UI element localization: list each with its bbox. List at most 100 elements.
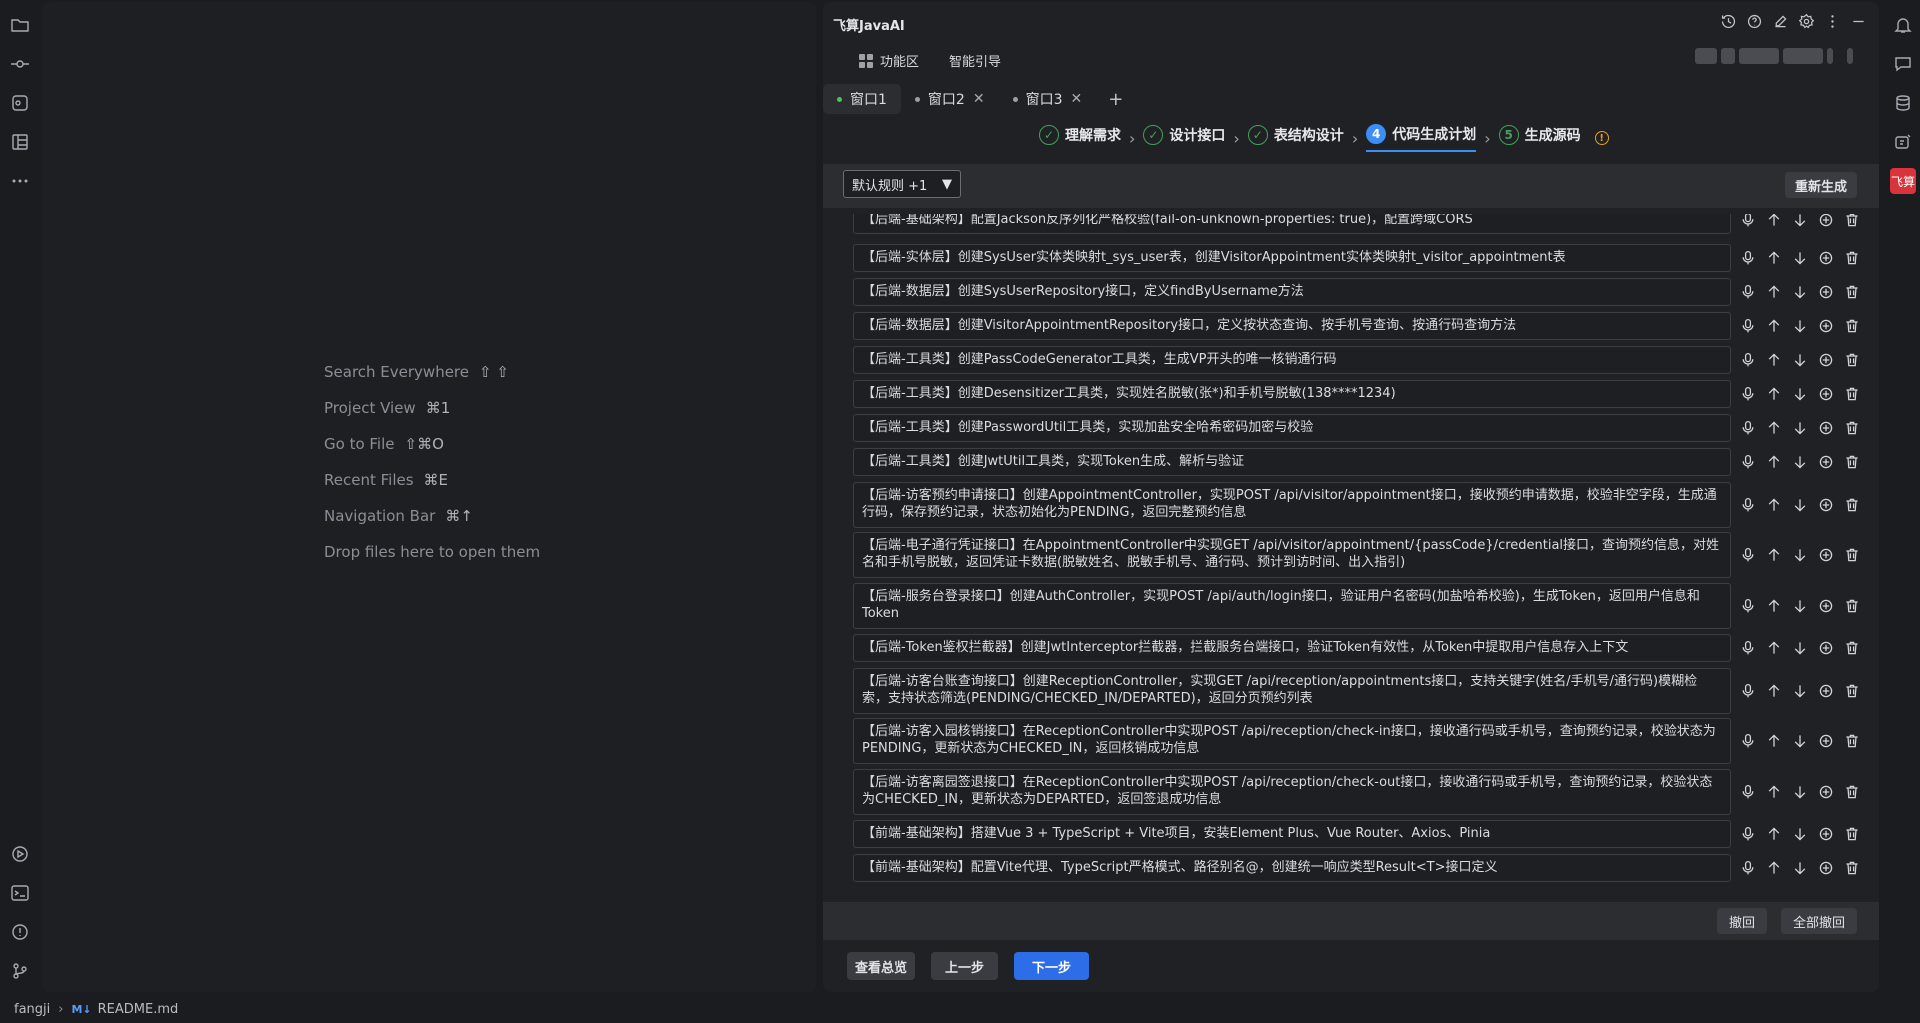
add-task-icon[interactable] (1815, 281, 1837, 303)
add-task-icon[interactable] (1815, 544, 1837, 566)
prev-step-button[interactable]: 上一步 (931, 952, 999, 980)
next-step-button[interactable]: 下一步 (1014, 952, 1090, 980)
voice-input-icon[interactable] (1737, 451, 1759, 473)
delete-icon[interactable] (1841, 214, 1863, 231)
add-task-icon[interactable] (1815, 417, 1837, 439)
problems-icon[interactable] (6, 918, 34, 946)
move-down-icon[interactable] (1789, 315, 1811, 337)
task-text-field[interactable]: 【后端-访客预约申请接口】创建AppointmentController，实现P… (853, 482, 1731, 528)
move-down-icon[interactable] (1789, 823, 1811, 845)
overview-button[interactable]: 查看总览 (847, 952, 916, 980)
task-text-field[interactable]: 【前端-基础架构】配置Vite代理、TypeScript严格模式、路径别名@，创… (853, 854, 1731, 882)
regenerate-button[interactable]: 重新生成 (1784, 172, 1857, 198)
move-up-icon[interactable] (1763, 247, 1785, 269)
ai-assistant-icon[interactable] (1889, 128, 1917, 156)
move-down-icon[interactable] (1789, 214, 1811, 231)
task-text-field[interactable]: 【后端-基础架构】配置Jackson反序列化严格校验(fail-on-unkno… (853, 214, 1731, 234)
delete-icon[interactable] (1841, 383, 1863, 405)
notifications-icon[interactable] (1889, 11, 1917, 39)
task-text-field[interactable]: 【后端-访客离园签退接口】在ReceptionController中实现POST… (853, 769, 1731, 815)
move-up-icon[interactable] (1763, 823, 1785, 845)
add-task-icon[interactable] (1815, 451, 1837, 473)
move-up-icon[interactable] (1763, 494, 1785, 516)
add-task-icon[interactable] (1815, 247, 1837, 269)
add-tab-icon[interactable]: + (1108, 89, 1123, 110)
rule-select[interactable]: 默认规则 +1 ▼ (843, 170, 961, 198)
breadcrumb-file[interactable]: README.md (98, 1002, 179, 1017)
move-up-icon[interactable] (1763, 680, 1785, 702)
voice-input-icon[interactable] (1737, 281, 1759, 303)
voice-input-icon[interactable] (1737, 214, 1759, 231)
project-folder-icon[interactable] (6, 11, 34, 39)
voice-input-icon[interactable] (1737, 637, 1759, 659)
delete-icon[interactable] (1841, 349, 1863, 371)
warning-icon[interactable]: ! (1594, 131, 1609, 145)
voice-input-icon[interactable] (1737, 315, 1759, 337)
add-task-icon[interactable] (1815, 383, 1837, 405)
add-task-icon[interactable] (1815, 680, 1837, 702)
task-text-field[interactable]: 【后端-数据层】创建SysUserRepository接口，定义findByUs… (853, 278, 1731, 306)
subnav-features[interactable]: 功能区 (859, 51, 919, 70)
delete-icon[interactable] (1841, 595, 1863, 617)
move-up-icon[interactable] (1763, 349, 1785, 371)
move-up-icon[interactable] (1763, 857, 1785, 879)
move-down-icon[interactable] (1789, 494, 1811, 516)
voice-input-icon[interactable] (1737, 823, 1759, 845)
add-task-icon[interactable] (1815, 494, 1837, 516)
move-up-icon[interactable] (1763, 281, 1785, 303)
move-down-icon[interactable] (1789, 595, 1811, 617)
undo-button[interactable]: 撤回 (1716, 908, 1767, 934)
pull-requests-icon[interactable] (6, 89, 34, 117)
voice-input-icon[interactable] (1737, 680, 1759, 702)
task-text-field[interactable]: 【前端-基础架构】搭建Vue 3 + TypeScript + Vite项目，安… (853, 820, 1731, 848)
delete-icon[interactable] (1841, 857, 1863, 879)
delete-icon[interactable] (1841, 544, 1863, 566)
voice-input-icon[interactable] (1737, 383, 1759, 405)
move-up-icon[interactable] (1763, 544, 1785, 566)
breadcrumb-project[interactable]: fangji (14, 1002, 50, 1017)
feisuan-logo-icon[interactable]: 飞算 (1889, 167, 1917, 195)
voice-input-icon[interactable] (1737, 417, 1759, 439)
tab-window-1[interactable]: 窗口1 (823, 84, 901, 114)
add-task-icon[interactable] (1815, 595, 1837, 617)
add-task-icon[interactable] (1815, 730, 1837, 752)
task-text-field[interactable]: 【后端-工具类】创建Desensitizer工具类，实现姓名脱敏(张*)和手机号… (853, 380, 1731, 408)
add-task-icon[interactable] (1815, 315, 1837, 337)
voice-input-icon[interactable] (1737, 781, 1759, 803)
voice-input-icon[interactable] (1737, 857, 1759, 879)
step-understand[interactable]: ✓ 理解需求 (1039, 125, 1121, 151)
move-up-icon[interactable] (1763, 417, 1785, 439)
run-icon[interactable] (6, 840, 34, 868)
task-text-field[interactable]: 【后端-数据层】创建VisitorAppointmentRepository接口… (853, 312, 1731, 340)
voice-input-icon[interactable] (1737, 730, 1759, 752)
move-down-icon[interactable] (1789, 417, 1811, 439)
minimize-icon[interactable] (1849, 12, 1867, 30)
add-task-icon[interactable] (1815, 214, 1837, 231)
task-text-field[interactable]: 【后端-工具类】创建JwtUtil工具类，实现Token生成、解析与验证 (853, 448, 1731, 476)
help-icon[interactable] (1745, 12, 1763, 30)
delete-icon[interactable] (1841, 730, 1863, 752)
structure-icon[interactable] (6, 128, 34, 156)
database-icon[interactable] (1889, 89, 1917, 117)
add-task-icon[interactable] (1815, 781, 1837, 803)
move-down-icon[interactable] (1789, 451, 1811, 473)
edit-icon[interactable] (1771, 12, 1789, 30)
move-up-icon[interactable] (1763, 730, 1785, 752)
delete-icon[interactable] (1841, 281, 1863, 303)
move-up-icon[interactable] (1763, 595, 1785, 617)
ai-chat-icon[interactable] (1889, 50, 1917, 78)
voice-input-icon[interactable] (1737, 544, 1759, 566)
move-up-icon[interactable] (1763, 315, 1785, 337)
delete-icon[interactable] (1841, 680, 1863, 702)
move-down-icon[interactable] (1789, 857, 1811, 879)
history-icon[interactable] (1719, 12, 1737, 30)
delete-icon[interactable] (1841, 823, 1863, 845)
move-down-icon[interactable] (1789, 781, 1811, 803)
more-icon[interactable] (6, 167, 34, 195)
settings-icon[interactable] (1797, 12, 1815, 30)
delete-icon[interactable] (1841, 637, 1863, 659)
add-task-icon[interactable] (1815, 823, 1837, 845)
delete-icon[interactable] (1841, 781, 1863, 803)
close-icon[interactable]: ✕ (973, 91, 985, 107)
add-task-icon[interactable] (1815, 857, 1837, 879)
